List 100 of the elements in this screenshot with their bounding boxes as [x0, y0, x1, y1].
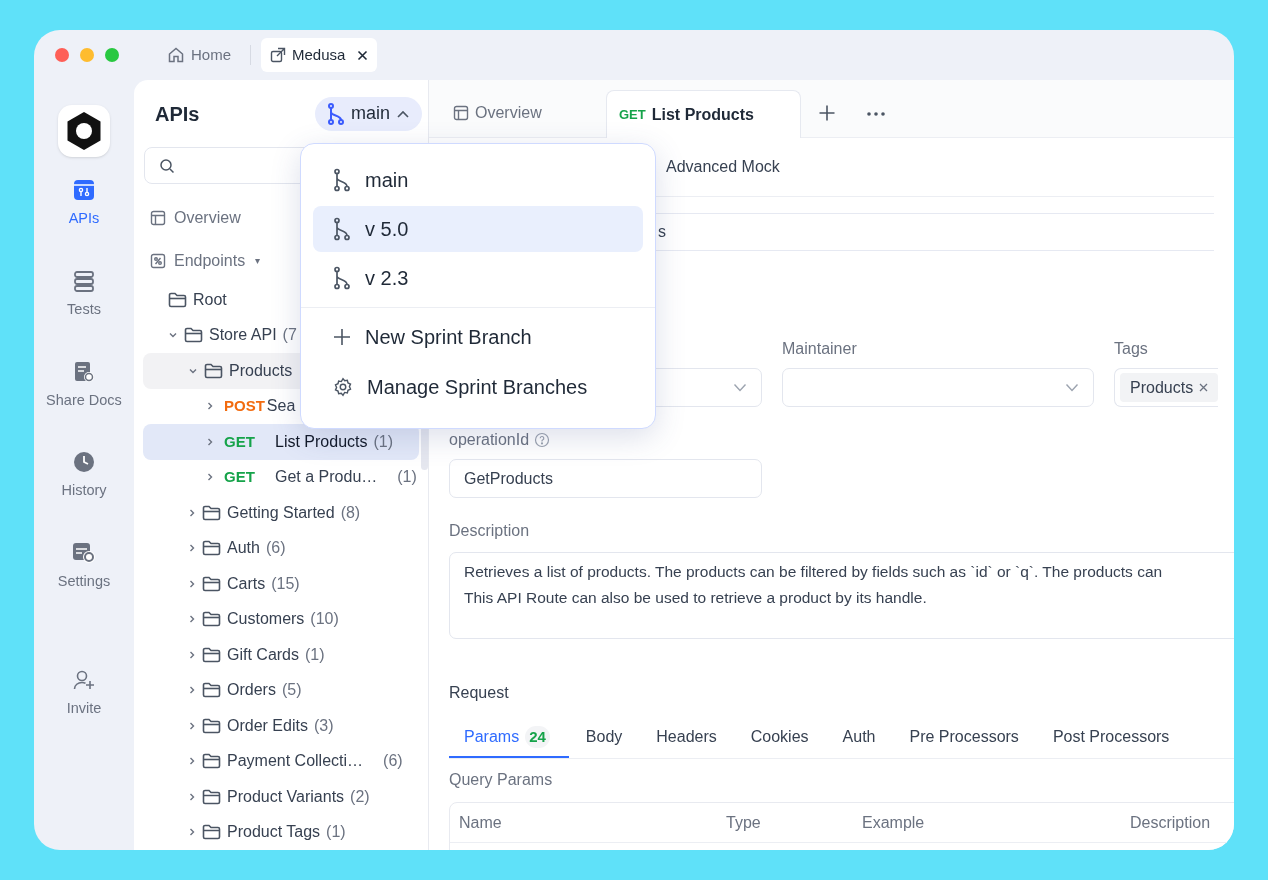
description-field[interactable]: Retrieves a list of products. The products can be filtered by fields such as `id` or `q`. The products can This API Route can also be used to retrieve a product by its handle. — [449, 552, 1234, 639]
chevron-right-icon[interactable] — [206, 472, 214, 483]
tree-item[interactable]: GET List Products (1) — [143, 424, 419, 460]
caret-icon[interactable]: ▾ — [255, 253, 261, 268]
tags-field[interactable]: Products — [1114, 368, 1219, 407]
folder-icon — [204, 362, 223, 379]
folder-icon — [202, 575, 221, 592]
chevron-down-icon — [1065, 383, 1079, 392]
stack-icon — [73, 269, 95, 292]
request-tab[interactable]: Headers — [639, 718, 734, 758]
section-title: Query Params — [449, 770, 554, 790]
chevron-right-icon[interactable] — [188, 578, 196, 589]
editor-tab[interactable]: GET List Products — [606, 90, 801, 138]
tree-item[interactable]: Order Edits (3) — [143, 708, 419, 744]
select-field[interactable] — [782, 368, 1094, 407]
folder-icon — [202, 824, 221, 841]
field-label: Tags — [1114, 339, 1149, 359]
chevron-right-icon[interactable] — [188, 507, 196, 518]
window-tab[interactable]: Home — [158, 38, 240, 72]
folder-icon — [202, 753, 221, 770]
percent-icon — [150, 252, 166, 269]
section-title: Request — [449, 683, 510, 703]
folder-icon — [202, 717, 221, 734]
rail-item[interactable]: Tests — [67, 269, 101, 321]
menu-item[interactable]: main — [313, 157, 643, 203]
nav-item[interactable]: Overview — [174, 205, 241, 230]
plus-icon — [333, 328, 351, 346]
close-icon[interactable] — [357, 49, 369, 61]
branch-icon — [333, 266, 351, 290]
field-label: Maintainer — [782, 339, 858, 359]
folder-icon — [202, 646, 221, 663]
tree-item[interactable]: Orders (5) — [143, 672, 419, 708]
sidebar-title: APIs — [155, 101, 200, 127]
tree-item[interactable]: Getting Started (8) — [143, 495, 419, 531]
request-tab[interactable]: Pre Processors — [892, 718, 1036, 758]
chevron-right-icon[interactable] — [188, 791, 196, 802]
more-icon[interactable] — [867, 112, 885, 116]
rail-item[interactable]: Settings — [57, 542, 111, 593]
close-window-button[interactable] — [55, 48, 69, 62]
tag-chip[interactable]: Products — [1120, 373, 1219, 402]
column-header: Type — [725, 812, 762, 833]
editor-tab[interactable]: Overview — [443, 89, 606, 137]
branch-icon — [333, 217, 351, 241]
rail-item[interactable]: APIs — [68, 179, 100, 230]
home-icon — [167, 46, 185, 64]
sub-tab[interactable]: Advanced Mock — [666, 155, 780, 179]
column-header: Name — [458, 812, 503, 833]
document-share-icon — [73, 360, 95, 383]
request-tab[interactable]: Body — [568, 718, 640, 758]
tree-item[interactable]: Product Variants (2) — [143, 779, 419, 815]
column-header: Example — [861, 812, 926, 833]
menu-item[interactable]: v 2.3 — [313, 255, 643, 301]
layout-icon — [453, 105, 469, 121]
field-label: Description — [449, 521, 531, 541]
chevron-right-icon[interactable] — [188, 614, 196, 625]
search-icon — [159, 157, 175, 174]
menu-item[interactable]: v 5.0 — [313, 206, 643, 252]
chevron-down-icon[interactable] — [168, 331, 178, 340]
add-tab-icon[interactable] — [819, 105, 835, 121]
external-window-icon — [270, 47, 286, 63]
rail-item[interactable]: Share Docs — [46, 360, 122, 412]
folder-icon — [202, 540, 221, 557]
tree-item[interactable]: Payment Collecti… (6) — [143, 743, 419, 779]
chevron-right-icon[interactable] — [188, 827, 196, 838]
branch-selector[interactable]: main — [315, 96, 422, 131]
help-icon[interactable] — [534, 432, 551, 448]
rail-item[interactable]: Invite — [66, 668, 102, 720]
chevron-down-icon — [733, 383, 747, 392]
folder-icon — [202, 682, 221, 699]
chevron-right-icon[interactable] — [188, 720, 196, 731]
request-tab[interactable]: Post Processors — [1035, 718, 1187, 758]
request-tab[interactable]: Auth — [825, 718, 893, 758]
nav-item[interactable]: Endpoints — [174, 248, 246, 273]
app-logo[interactable] — [58, 105, 110, 157]
folder-icon — [202, 611, 221, 628]
field-label: operationId — [449, 430, 530, 450]
request-tab[interactable]: Params 24 — [449, 718, 569, 758]
chevron-right-icon[interactable] — [206, 401, 214, 412]
zoom-window-button[interactable] — [105, 48, 119, 62]
chevron-up-icon — [396, 108, 410, 119]
chevron-right-icon[interactable] — [188, 685, 196, 696]
chevron-right-icon[interactable] — [188, 649, 196, 660]
chevron-right-icon[interactable] — [188, 756, 196, 767]
tree-item[interactable]: Carts (15) — [143, 566, 419, 602]
tree-item[interactable]: Customers (10) — [143, 601, 419, 637]
window-tab[interactable]: Medusa — [261, 38, 378, 72]
add-user-icon — [73, 668, 95, 691]
tree-item[interactable]: Gift Cards (1) — [143, 637, 419, 673]
tree-item[interactable]: Auth (6) — [143, 530, 419, 566]
operation-id-field[interactable]: GetProducts — [449, 459, 762, 498]
tree-item[interactable]: GET Get a Produ… (1) — [143, 459, 419, 495]
tree-item[interactable]: Product Tags (1) — [143, 814, 419, 850]
chevron-right-icon[interactable] — [206, 436, 214, 447]
clock-icon — [73, 451, 95, 474]
folder-icon — [168, 291, 187, 308]
request-tab[interactable]: Cookies — [733, 718, 826, 758]
chevron-right-icon[interactable] — [188, 543, 196, 554]
chevron-down-icon[interactable] — [188, 366, 198, 375]
rail-item[interactable]: History — [61, 451, 107, 502]
folder-icon — [202, 788, 221, 805]
